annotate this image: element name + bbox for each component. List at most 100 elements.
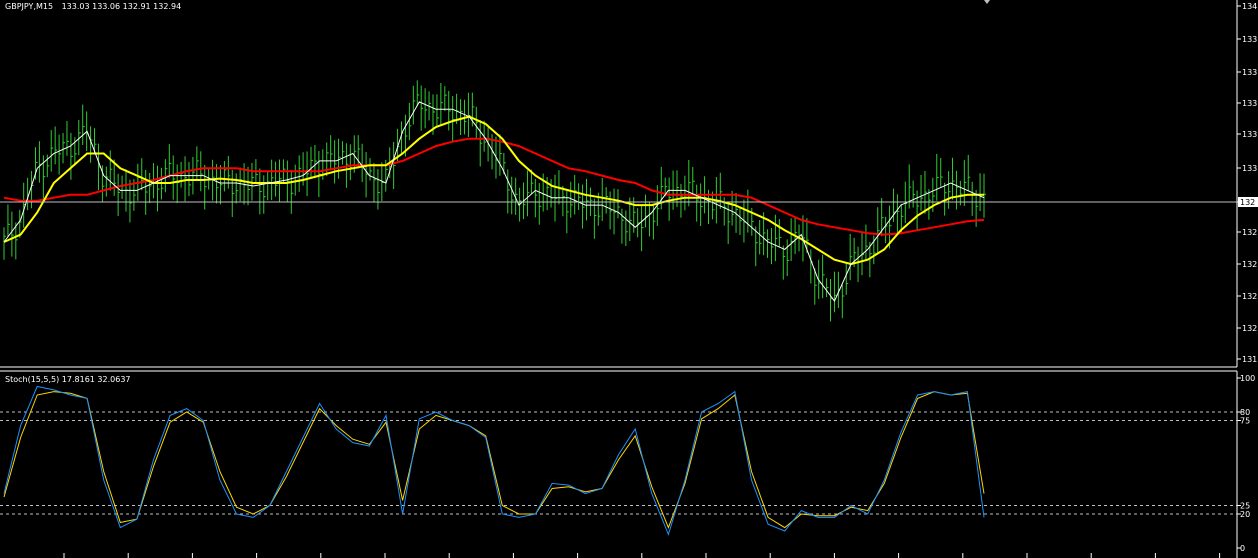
- price-bar: [341, 141, 345, 165]
- price-bar: [436, 94, 439, 128]
- price-bar: [310, 146, 313, 179]
- price-bar: [180, 161, 184, 188]
- price-bar: [176, 164, 180, 204]
- price-bar: [818, 259, 821, 299]
- main-y-tick-label: 133: [1242, 164, 1257, 173]
- price-bar: [66, 121, 69, 156]
- stoch-y-axis-ticks: 100807525200: [1237, 374, 1255, 553]
- price-bar: [227, 155, 231, 189]
- price-bar: [542, 173, 546, 212]
- chart-shift-marker-icon[interactable]: [984, 0, 990, 4]
- price-bar: [168, 144, 172, 178]
- price-bar: [156, 165, 160, 212]
- price-bar: [424, 88, 428, 129]
- price-bar: [444, 86, 447, 111]
- symbol-ohlc-header: GBPJPY,M15 133.03 133.06 132.91 132.94: [5, 2, 181, 11]
- price-bar: [15, 222, 18, 260]
- price-bar: [696, 184, 699, 222]
- stoch-y-tick-label: 75: [1240, 417, 1250, 426]
- price-bar: [916, 190, 920, 230]
- price-bar: [318, 150, 321, 198]
- price-bar: [219, 164, 223, 205]
- price-bar: [936, 153, 939, 201]
- price-bar: [129, 179, 132, 223]
- price-bar: [105, 166, 109, 197]
- price-bar: [940, 158, 943, 187]
- price-bar: [822, 254, 825, 299]
- price-bar: [574, 175, 577, 215]
- price-bar: [511, 176, 514, 215]
- price-bar: [979, 173, 983, 212]
- price-bar: [349, 144, 353, 181]
- price-bar: [267, 170, 270, 201]
- main-y-axis-ticks: 134 133 133 133 133 133 132 132 132 132 132 131: [1237, 2, 1257, 364]
- price-bar: [54, 126, 58, 165]
- price-bar: [223, 161, 227, 192]
- price-bar: [526, 170, 530, 217]
- price-bar: [275, 161, 278, 197]
- price-bar: [719, 172, 723, 209]
- price-bar: [440, 82, 443, 126]
- price-bar: [967, 154, 971, 192]
- price-bar: [735, 192, 739, 233]
- price-bar: [700, 183, 703, 227]
- price-bar: [680, 183, 683, 218]
- price-bar: [739, 207, 742, 235]
- price-bar: [306, 151, 310, 197]
- price-bar: [326, 142, 329, 177]
- price-bar: [759, 219, 762, 255]
- price-bar: [952, 157, 955, 200]
- price-bar: [82, 104, 85, 146]
- price-bar: [810, 249, 813, 284]
- price-bar: [885, 216, 888, 244]
- price-bar: [727, 201, 731, 245]
- price-bar: [3, 227, 6, 260]
- price-bar: [585, 178, 589, 221]
- symbol-timeframe: GBPJPY,M15: [5, 2, 53, 11]
- price-bar: [298, 155, 302, 192]
- price-bar: [833, 271, 837, 313]
- price-bar: [865, 224, 868, 261]
- price-bar: [782, 245, 786, 280]
- price-bar: [11, 211, 14, 257]
- price-bar: [786, 239, 790, 277]
- price-bar: [578, 183, 581, 210]
- price-bar: [263, 175, 266, 214]
- price-bar: [149, 173, 152, 204]
- price-bar: [928, 189, 931, 220]
- price-bar: [452, 96, 455, 141]
- price-bar: [550, 179, 554, 208]
- price-bar: [849, 233, 853, 281]
- price-bar: [50, 130, 54, 172]
- price-bar: [393, 141, 396, 190]
- price-bar: [479, 120, 483, 167]
- price-bar: [538, 183, 542, 225]
- price-bar: [330, 135, 333, 170]
- price-bar: [271, 159, 274, 200]
- price-bar: [688, 159, 691, 207]
- price-bar: [31, 170, 34, 209]
- price-bar: [621, 208, 624, 244]
- price-bar: [830, 279, 833, 322]
- price-bar: [582, 184, 585, 229]
- stoch-panel: 100807525200 Stoch(15,5,5) 17.8161 32.06…: [0, 370, 1255, 558]
- price-bar: [869, 241, 872, 278]
- price-bars: [3, 80, 986, 322]
- price-bar: [806, 218, 809, 253]
- price-bar: [290, 169, 294, 214]
- price-bar: [184, 156, 188, 202]
- price-bar: [259, 168, 262, 215]
- price-bar: [204, 164, 207, 210]
- price-bar: [920, 174, 924, 211]
- price-bar: [971, 181, 975, 216]
- price-bar: [109, 150, 113, 191]
- mid-ma-line: [3, 115, 984, 266]
- price-bar: [625, 210, 628, 247]
- price-bar: [912, 180, 916, 208]
- price-bar: [534, 178, 538, 218]
- price-bar: [145, 169, 148, 215]
- main-y-tick-label: 132: [1242, 228, 1257, 237]
- price-bar: [692, 166, 695, 194]
- price-bar: [963, 160, 967, 206]
- price-bar: [420, 85, 424, 131]
